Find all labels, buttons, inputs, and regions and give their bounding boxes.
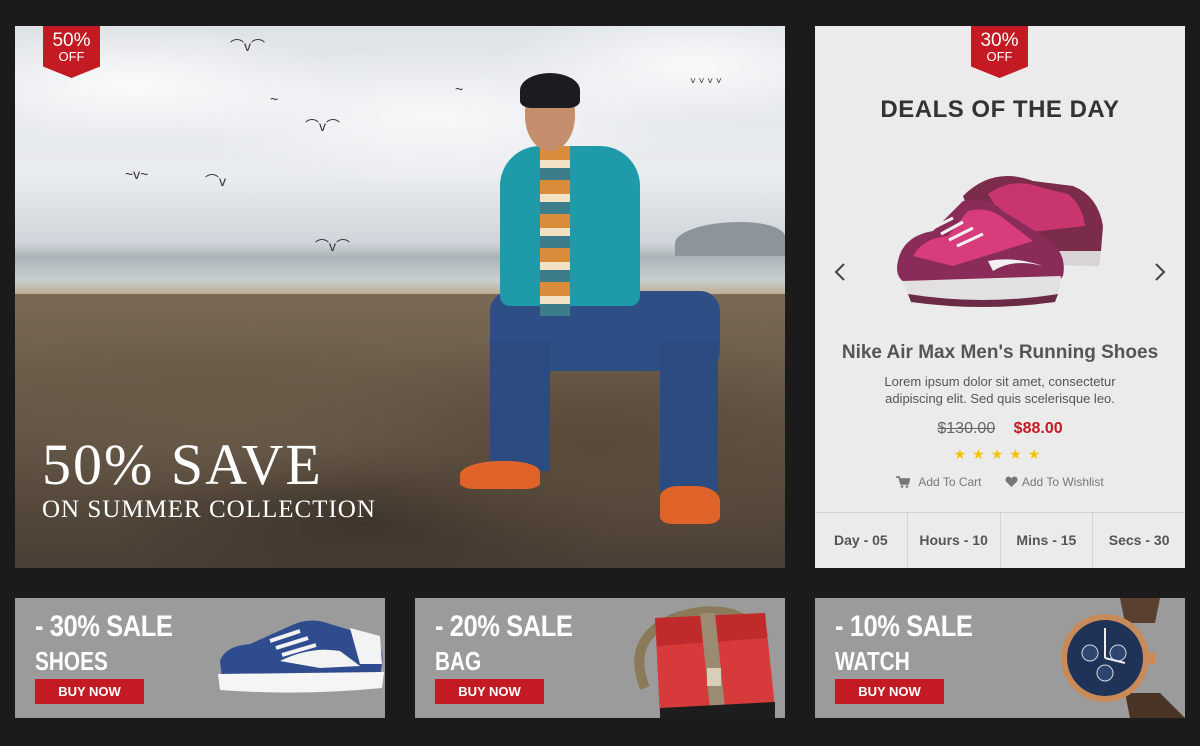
buy-now-button[interactable]: BUY NOW — [835, 679, 944, 704]
bag-sale-banner[interactable]: - 20% SALE BAG BUY NOW — [415, 598, 785, 718]
bird-icon: ~ — [455, 81, 464, 97]
banner-category: SHOES — [35, 646, 108, 676]
countdown-secs: Secs - 30 — [1108, 532, 1170, 548]
add-to-cart-label: Add To Cart — [918, 475, 982, 489]
banner-category: BAG — [435, 646, 482, 676]
product-prices: $130.00 $88.00 — [815, 420, 1185, 438]
discount-ribbon: 30% OFF — [971, 26, 1028, 78]
hero-banner[interactable]: ⌒v⌒ ~ ⌒v⌒ ~v~ ⌒v ⌒v⌒ ~ ˅ ˅ ˅ ˅ 50% OFF 5… — [15, 26, 785, 568]
cart-icon — [896, 476, 911, 488]
hero-subline: ON SUMMER COLLECTION — [42, 496, 376, 523]
shoes-sale-banner[interactable]: - 30% SALE SHOES BUY NOW — [15, 598, 385, 718]
star-icon: ★ — [1027, 446, 1047, 462]
hero-caption: 50% SAVE ON SUMMER COLLECTION — [42, 436, 376, 524]
ribbon-off: OFF — [58, 49, 85, 64]
star-icon: ★ — [972, 446, 991, 462]
rating-stars: ★★★★★ — [815, 446, 1185, 463]
product-name[interactable]: Nike Air Max Men's Running Shoes — [815, 342, 1185, 364]
bird-icon: ~v~ — [125, 166, 149, 182]
countdown-timer: Day - 05 Hours - 10 Mins - 15 Secs - 30 — [815, 512, 1185, 568]
product-actions: Add To Cart Add To Wishlist — [815, 475, 1185, 489]
new-price: $88.00 — [1013, 420, 1063, 437]
bird-icon: ⌒v⌒ — [315, 238, 350, 254]
banner-sale-text: - 20% SALE — [435, 610, 573, 643]
bag-image — [634, 606, 775, 718]
product-description: Lorem ipsum dolor sit amet, consectetur … — [884, 374, 1116, 406]
add-to-cart-button[interactable]: Add To Cart — [896, 475, 982, 489]
deals-title: DEALS OF THE DAY — [880, 96, 1120, 123]
countdown-days: Day - 05 — [815, 513, 908, 568]
banner-category: WATCH — [835, 646, 910, 676]
star-icon: ★ — [990, 446, 1010, 462]
add-to-wishlist-button[interactable]: Add To Wishlist — [1005, 475, 1104, 489]
old-price: $130.00 — [937, 420, 996, 437]
bird-icon: ⌒v⌒ — [305, 118, 340, 134]
model-photo — [460, 61, 730, 524]
chevron-left-icon[interactable] — [833, 260, 847, 286]
bird-icon: ⌒v⌒ — [230, 38, 265, 54]
star-icon: ★ — [1009, 446, 1028, 462]
buy-now-button[interactable]: BUY NOW — [435, 679, 544, 704]
watch-sale-banner[interactable]: - 10% SALE WATCH BUY NOW — [815, 598, 1185, 718]
ribbon-off: OFF — [986, 49, 1013, 64]
chevron-right-icon[interactable] — [1153, 260, 1167, 286]
banner-sale-text: - 10% SALE — [835, 610, 973, 643]
ribbon-percent: 30% — [980, 30, 1019, 51]
bird-icon: ~ — [270, 91, 279, 107]
heart-icon — [1005, 476, 1018, 487]
countdown-mins: Mins - 15 — [1001, 513, 1094, 568]
ribbon-percent: 50% — [52, 30, 91, 51]
add-to-wishlist-label: Add To Wishlist — [1021, 475, 1104, 489]
bird-icon: ⌒v — [205, 173, 226, 189]
banner-sale-text: - 30% SALE — [35, 610, 173, 643]
watch-image — [1061, 598, 1185, 718]
running-shoes-image[interactable] — [893, 156, 1109, 312]
star-icon: ★ — [953, 446, 973, 462]
deals-of-the-day-panel: 30% OFF DEALS OF THE DAY Nike Air Max Me… — [815, 26, 1185, 568]
hero-headline: 50% SAVE — [42, 432, 323, 497]
countdown-hours: Hours - 10 — [908, 513, 1001, 568]
sneaker-image — [218, 620, 384, 693]
buy-now-button[interactable]: BUY NOW — [35, 679, 144, 704]
